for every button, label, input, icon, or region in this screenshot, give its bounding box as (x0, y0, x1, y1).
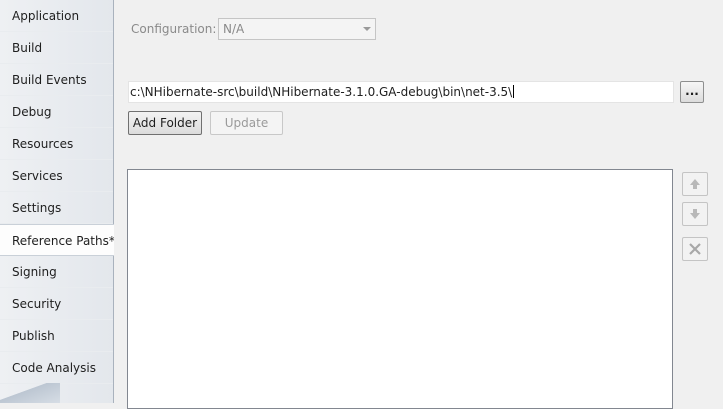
folder-path-text: c:\NHibernate-src\build\NHibernate-3.1.0… (130, 85, 513, 99)
arrow-down-icon (690, 209, 700, 219)
configuration-value: N/A (223, 22, 245, 36)
remove-button[interactable] (682, 237, 708, 261)
move-down-button[interactable] (682, 202, 708, 226)
browse-button[interactable]: ... (680, 81, 704, 103)
sidebar-item-application[interactable]: Application (0, 0, 113, 32)
sidebar-item-code-analysis[interactable]: Code Analysis (0, 352, 113, 384)
add-folder-button[interactable]: Add Folder (128, 111, 202, 135)
sidebar-item-settings[interactable]: Settings (0, 192, 113, 224)
sidebar: Application Build Build Events Debug Res… (0, 0, 115, 403)
sidebar-item-resources[interactable]: Resources (0, 128, 113, 160)
move-up-button[interactable] (682, 172, 708, 196)
configuration-select[interactable]: N/A (218, 18, 376, 40)
sidebar-item-publish[interactable]: Publish (0, 320, 113, 352)
sidebar-decoration (0, 383, 60, 403)
arrow-up-icon (690, 179, 700, 189)
sidebar-item-signing[interactable]: Signing (0, 256, 113, 288)
sidebar-item-debug[interactable]: Debug (0, 96, 113, 128)
text-caret (513, 85, 515, 98)
folder-path-input[interactable]: c:\NHibernate-src\build\NHibernate-3.1.0… (128, 81, 674, 103)
chevron-down-icon (363, 27, 371, 31)
reference-paths-panel: Configuration: N/A c:\NHibernate-src\bui… (114, 0, 723, 409)
sidebar-item-build-events[interactable]: Build Events (0, 64, 113, 96)
configuration-label: Configuration: (131, 22, 217, 36)
sidebar-item-build[interactable]: Build (0, 32, 113, 64)
reference-paths-list[interactable] (127, 169, 673, 409)
sidebar-item-services[interactable]: Services (0, 160, 113, 192)
sidebar-item-reference-paths[interactable]: Reference Paths* (0, 224, 115, 256)
update-button[interactable]: Update (210, 111, 283, 135)
close-icon (689, 243, 701, 255)
sidebar-item-security[interactable]: Security (0, 288, 113, 320)
